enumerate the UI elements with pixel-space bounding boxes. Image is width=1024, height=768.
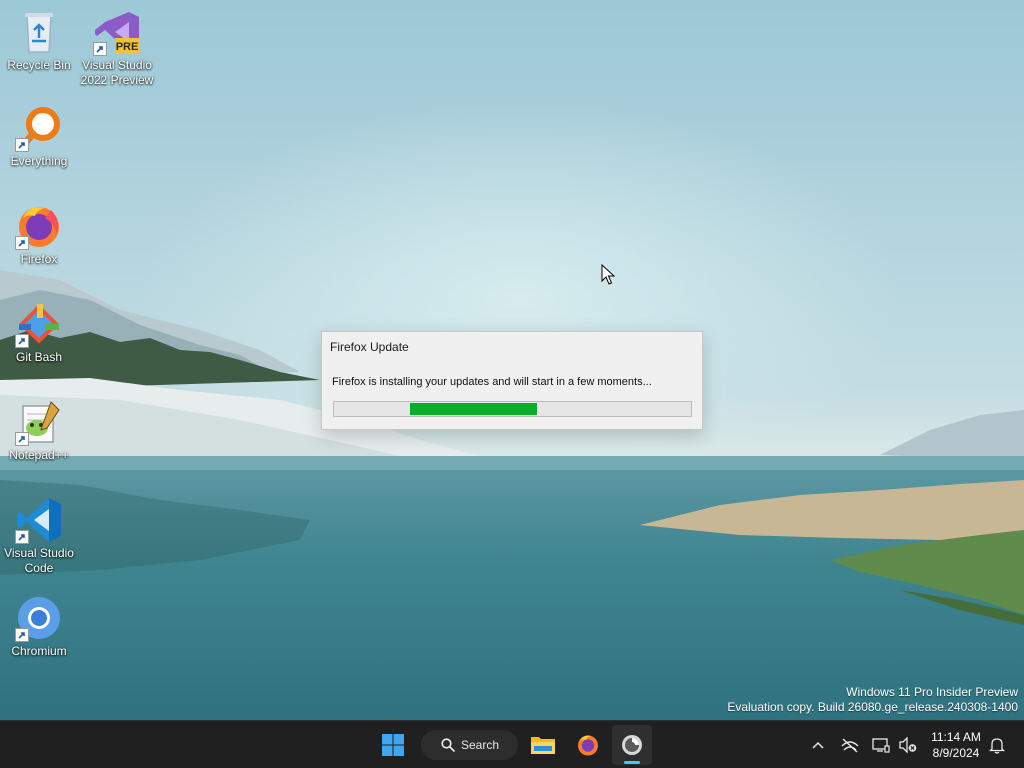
shortcut-arrow-icon xyxy=(15,432,29,446)
desktop-icon-label: Everything xyxy=(10,154,68,168)
search-label: Search xyxy=(461,738,500,752)
firefox-update-dialog[interactable]: Firefox Update Firefox is installing you… xyxy=(321,331,703,430)
firefox-updater-icon xyxy=(622,735,642,755)
watermark-build: Evaluation copy. Build 26080.ge_release.… xyxy=(727,700,1018,714)
notepad-plus-plus-icon xyxy=(15,398,63,446)
firefox-icon xyxy=(578,735,598,756)
dialog-message: Firefox is installing your updates and w… xyxy=(332,376,652,388)
show-hidden-icons-button[interactable] xyxy=(806,733,830,757)
shortcut-arrow-icon xyxy=(15,334,29,348)
taskbar-search-box[interactable]: Search xyxy=(421,730,518,760)
desktop-icon-vscode[interactable]: Visual Studio Code xyxy=(1,496,77,576)
network-icon xyxy=(841,738,859,753)
volume-muted-icon xyxy=(899,737,917,753)
chevron-up-icon xyxy=(812,741,824,749)
shortcut-arrow-icon xyxy=(15,530,29,544)
network-status-button[interactable] xyxy=(838,733,862,757)
shortcut-arrow-icon xyxy=(15,236,29,250)
volume-button[interactable] xyxy=(896,733,920,757)
progress-bar-fill xyxy=(410,403,537,415)
desktop-icon-label: Recycle Bin xyxy=(7,58,71,72)
shortcut-arrow-icon xyxy=(15,138,29,152)
shortcut-arrow-icon xyxy=(93,42,107,56)
clock-time: 11:14 AM xyxy=(931,730,981,744)
taskbar-file-explorer[interactable] xyxy=(523,725,563,765)
desktop-icon-visual-studio-2022-preview[interactable]: PRE Visual Studio 2022 Preview xyxy=(79,8,155,88)
desktop-icon-label: Chromium xyxy=(11,644,67,658)
active-window-indicator xyxy=(624,761,640,764)
desktop-icon-firefox[interactable]: Firefox xyxy=(1,202,77,267)
clock-date: 8/9/2024 xyxy=(932,746,980,760)
desktop-icon-everything[interactable]: Everything xyxy=(1,104,77,169)
start-button[interactable] xyxy=(373,725,413,765)
chromium-icon xyxy=(15,594,63,642)
everything-search-icon xyxy=(15,104,63,152)
taskbar: Search 11:14 AM 8/9/2024 xyxy=(0,720,1024,768)
recycle-bin-icon xyxy=(15,8,63,56)
dialog-title: Firefox Update xyxy=(330,340,409,354)
update-progress-bar xyxy=(333,401,692,417)
desktop-icon-notepad-plus-plus[interactable]: Notepad++ xyxy=(1,398,77,463)
taskbar-firefox-updater[interactable] xyxy=(612,725,652,765)
git-bash-icon xyxy=(15,300,63,348)
taskbar-clock[interactable]: 11:14 AM 8/9/2024 xyxy=(926,729,986,761)
start-icon xyxy=(382,734,404,756)
notification-center-button[interactable] xyxy=(985,733,1009,757)
file-explorer-icon xyxy=(531,737,555,754)
mouse-cursor-icon xyxy=(601,264,615,285)
shortcut-arrow-icon xyxy=(15,628,29,642)
desktop-icon-git-bash[interactable]: Git Bash xyxy=(1,300,77,365)
visual-studio-icon: PRE xyxy=(93,8,141,56)
desktop-icon-label: Notepad++ xyxy=(9,448,69,462)
taskbar-firefox[interactable] xyxy=(568,725,608,765)
display-status-button[interactable] xyxy=(869,733,893,757)
search-icon xyxy=(441,738,455,752)
desktop-icon-recycle-bin[interactable]: Recycle Bin xyxy=(1,8,77,73)
windows-evaluation-watermark: Windows 11 Pro Insider Preview Evaluatio… xyxy=(727,685,1018,715)
desktop-icon-label: Git Bash xyxy=(15,350,63,364)
vscode-icon xyxy=(15,496,63,544)
display-icon xyxy=(872,738,890,753)
desktop-icon-label: Visual Studio 2022 Preview xyxy=(80,58,154,87)
desktop-icon-label: Firefox xyxy=(20,252,58,266)
firefox-icon xyxy=(15,202,63,250)
desktop-icon-label: Visual Studio Code xyxy=(4,546,74,575)
preview-badge: PRE xyxy=(116,41,139,53)
desktop-icon-chromium[interactable]: Chromium xyxy=(1,594,77,659)
notification-bell-icon xyxy=(989,738,1005,754)
watermark-edition: Windows 11 Pro Insider Preview xyxy=(846,685,1018,699)
